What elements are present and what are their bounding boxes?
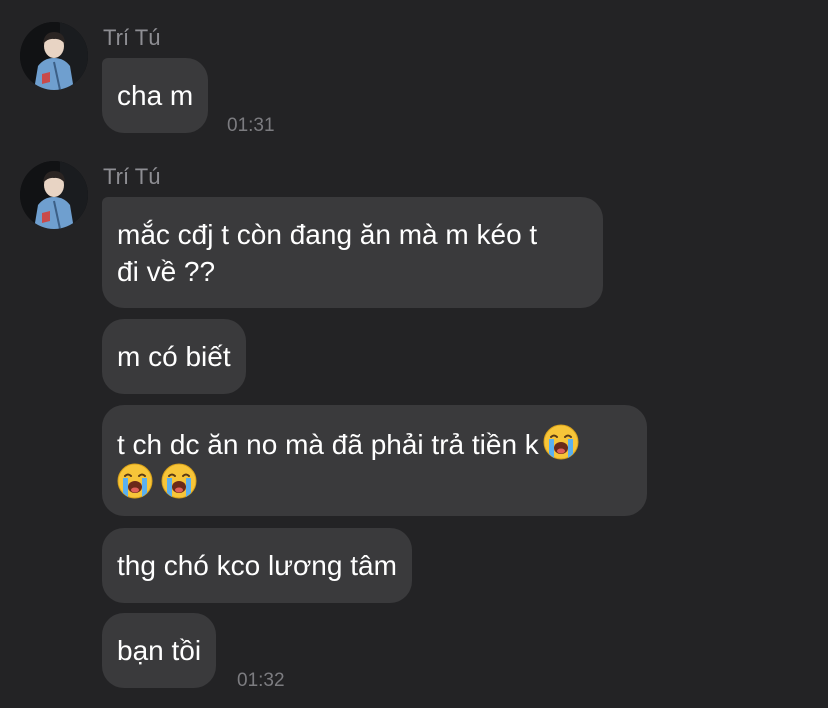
message-bubble[interactable]: mắc cđj t còn đang ăn mà m kéo t đi về ?…	[102, 197, 603, 308]
message-timestamp: 01:31	[227, 115, 275, 136]
message-text: mắc cđj t còn đang ăn mà m kéo t	[117, 219, 538, 250]
loudly-crying-face-emoji	[117, 463, 153, 499]
sender-name: Trí Tú	[103, 25, 161, 50]
message-bubble[interactable]: m có biết	[102, 319, 246, 394]
message-text: thg chó kco lương tâm	[117, 550, 397, 581]
loudly-crying-face-emoji	[161, 463, 197, 499]
loudly-crying-face-emoji	[543, 424, 579, 460]
message-bubble[interactable]: thg chó kco lương tâm	[102, 528, 412, 603]
user-avatar-icon[interactable]	[20, 22, 88, 90]
message-text: t ch dc ăn no mà đã phải trả tiền k	[117, 429, 539, 460]
message-text: m có biết	[117, 341, 231, 372]
message-text: cha m	[117, 80, 194, 111]
message-text: đi về ??	[117, 256, 216, 287]
sender-name: Trí Tú	[103, 164, 161, 189]
message-timestamp: 01:32	[237, 670, 285, 691]
message-bubble[interactable]: bạn tồi	[102, 613, 217, 688]
message-bubble[interactable]: t ch dc ăn no mà đã phải trả tiền k	[102, 405, 647, 516]
user-avatar-icon[interactable]	[20, 161, 88, 229]
chat-thread: Trí Tú cha m 01:31 Trí Tú mắc cđj t còn …	[0, 0, 828, 708]
message-bubble[interactable]: cha m	[102, 58, 209, 133]
message-text: bạn tồi	[117, 635, 202, 666]
